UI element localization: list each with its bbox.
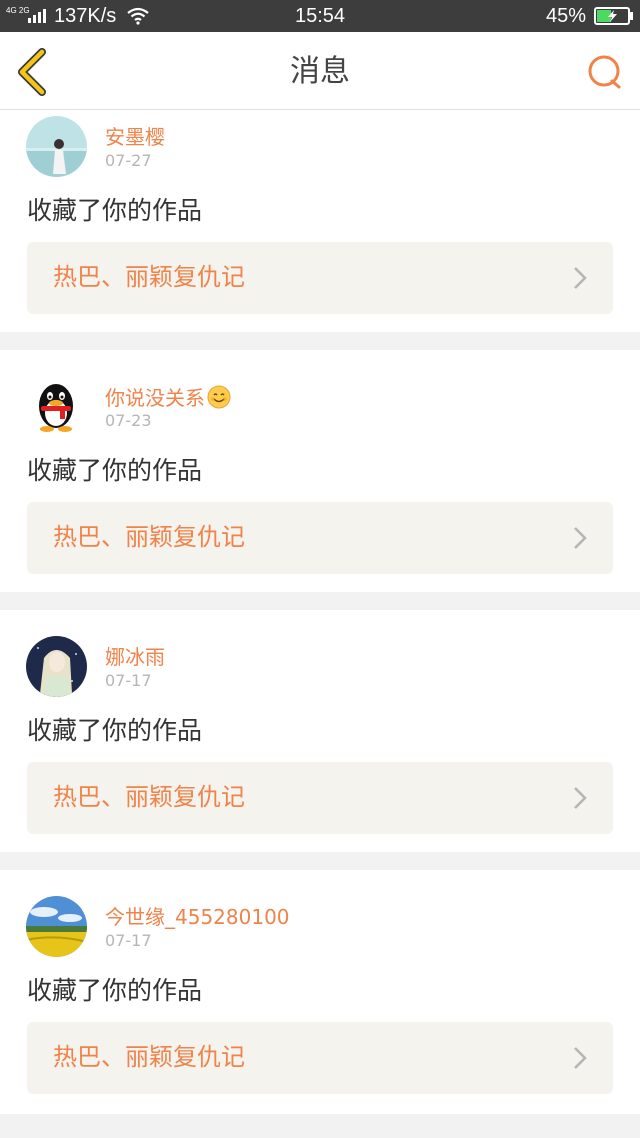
work-title: 热巴、丽颖复仇记: [53, 1043, 245, 1071]
message-date: 07-23: [105, 411, 152, 430]
avatar[interactable]: [26, 896, 87, 957]
work-title: 热巴、丽颖复仇记: [53, 783, 245, 811]
clock: 15:54: [294, 5, 346, 27]
smiling-face-icon: [207, 385, 231, 409]
action-text: 收藏了你的作品: [27, 456, 203, 485]
status-bar: 4G 2G 137K/s 15:54 45%: [0, 0, 640, 32]
work-link[interactable]: 热巴、丽颖复仇记: [27, 1022, 613, 1094]
battery-charging-icon: [594, 7, 633, 25]
chevron-right-icon: [574, 267, 587, 289]
action-text: 收藏了你的作品: [27, 716, 203, 745]
message-date: 07-27: [105, 151, 152, 170]
work-link[interactable]: 热巴、丽颖复仇记: [27, 242, 613, 314]
chevron-right-icon: [574, 1047, 587, 1069]
message-card: 娜冰雨 07-17 收藏了你的作品 热巴、丽颖复仇记: [0, 610, 640, 852]
avatar[interactable]: [26, 636, 87, 697]
message-card: 你说没关系 07-23 收藏了你的作品 热巴、丽颖复仇记: [0, 350, 640, 592]
work-title: 热巴、丽颖复仇记: [53, 263, 245, 291]
username[interactable]: 安墨樱: [105, 125, 165, 149]
work-link[interactable]: 热巴、丽颖复仇记: [27, 762, 613, 834]
message-date: 07-17: [105, 671, 152, 690]
avatar[interactable]: [26, 116, 87, 177]
work-link[interactable]: 热巴、丽颖复仇记: [27, 502, 613, 574]
battery-percent: 45%: [546, 5, 587, 27]
message-date: 07-17: [105, 931, 152, 950]
chevron-right-icon: [574, 787, 587, 809]
page-title: 消息: [290, 54, 350, 89]
work-title: 热巴、丽颖复仇记: [53, 523, 245, 551]
username-text: 你说没关系: [105, 386, 205, 410]
action-text: 收藏了你的作品: [27, 976, 203, 1005]
header-bar: 消息: [0, 32, 640, 110]
username[interactable]: 你说没关系: [105, 385, 231, 410]
action-text: 收藏了你的作品: [27, 196, 203, 225]
username[interactable]: 娜冰雨: [105, 645, 165, 669]
chevron-right-icon: [574, 527, 587, 549]
username[interactable]: 今世缘_455280100: [105, 905, 290, 929]
search-button[interactable]: [584, 52, 624, 92]
avatar[interactable]: [26, 376, 87, 437]
message-card: 安墨樱 07-27 收藏了你的作品 热巴、丽颖复仇记: [0, 110, 640, 332]
message-card: 今世缘_455280100 07-17 收藏了你的作品 热巴、丽颖复仇记: [0, 870, 640, 1114]
